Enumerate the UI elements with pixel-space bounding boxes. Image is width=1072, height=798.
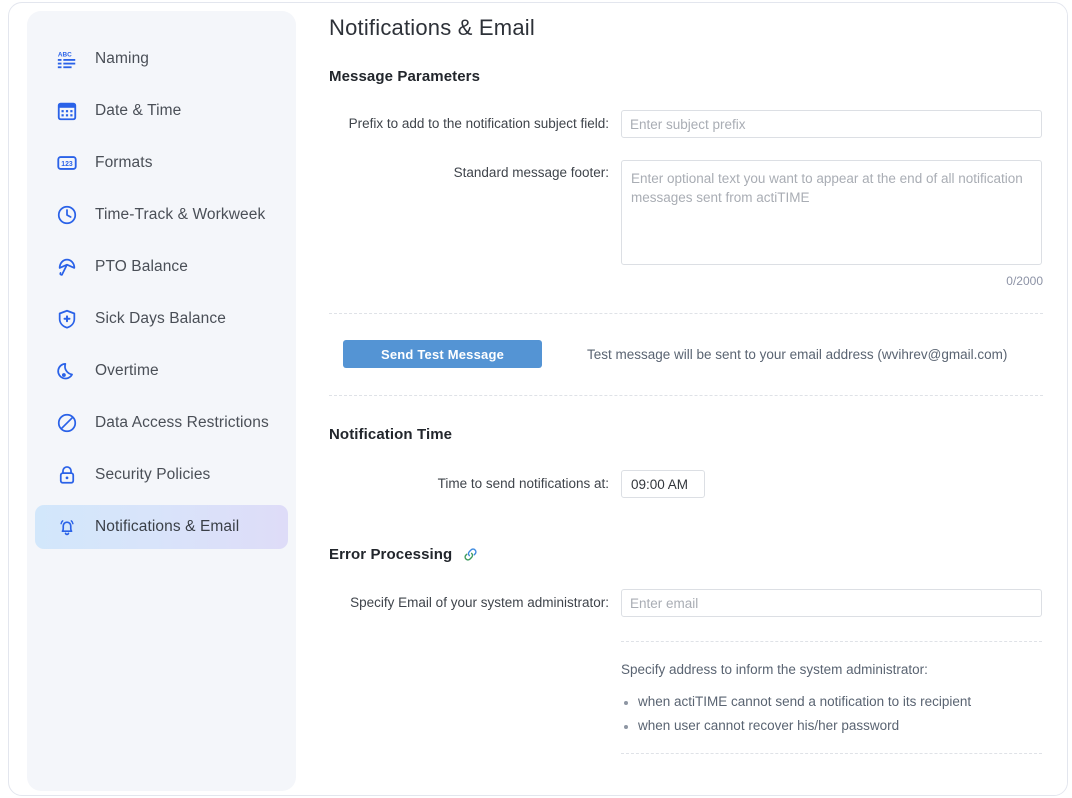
sidebar-item-label: Time-Track & Workweek bbox=[95, 206, 266, 223]
footer-field-label: Standard message footer: bbox=[453, 165, 609, 180]
sidebar-item-security-policies[interactable]: Security Policies bbox=[35, 453, 288, 497]
svg-text:123: 123 bbox=[61, 161, 73, 168]
moon-icon bbox=[55, 359, 79, 383]
sidebar-item-date-time[interactable]: Date & Time bbox=[35, 89, 288, 133]
send-test-hint: Test message will be sent to your email … bbox=[587, 346, 1008, 362]
sidebar-item-pto-balance[interactable]: PTO Balance bbox=[35, 245, 288, 289]
settings-sidebar: ABC Naming Date & Time 123 Formats Time-… bbox=[27, 11, 296, 791]
admin-note: Specify address to inform the system adm… bbox=[621, 662, 928, 677]
chain-link-icon[interactable] bbox=[462, 546, 479, 563]
numbers-123-icon: 123 bbox=[55, 151, 79, 175]
divider-bottom bbox=[621, 753, 1042, 754]
sidebar-item-time-track-workweek[interactable]: Time-Track & Workweek bbox=[35, 193, 288, 237]
sidebar-item-sick-days-balance[interactable]: Sick Days Balance bbox=[35, 297, 288, 341]
sidebar-item-notifications-email[interactable]: Notifications & Email bbox=[35, 505, 288, 549]
admin-note-bullets: when actiTIME cannot send a notification… bbox=[621, 694, 1042, 733]
list-item: when actiTIME cannot send a notification… bbox=[621, 694, 1042, 709]
sidebar-item-label: Data Access Restrictions bbox=[95, 414, 269, 431]
clock-icon bbox=[55, 203, 79, 227]
divider-above-test bbox=[329, 313, 1043, 314]
sidebar-item-naming[interactable]: ABC Naming bbox=[35, 37, 288, 81]
sidebar-item-label: Formats bbox=[95, 154, 153, 171]
sidebar-item-formats[interactable]: 123 Formats bbox=[35, 141, 288, 185]
svg-text:ABC: ABC bbox=[58, 51, 72, 58]
lock-icon bbox=[55, 463, 79, 487]
subject-prefix-input[interactable] bbox=[621, 110, 1042, 138]
umbrella-icon bbox=[55, 255, 79, 279]
section-title-notification-time: Notification Time bbox=[329, 426, 453, 443]
footer-char-counter: 0/2000 bbox=[1006, 274, 1043, 288]
sidebar-item-label: Notifications & Email bbox=[95, 518, 240, 535]
app-root: ABC Naming Date & Time 123 Formats Time-… bbox=[0, 0, 1072, 798]
shield-plus-icon bbox=[55, 307, 79, 331]
sidebar-item-data-access-restrictions[interactable]: Data Access Restrictions bbox=[35, 401, 288, 445]
sidebar-item-label: Naming bbox=[95, 50, 150, 67]
no-entry-icon bbox=[55, 411, 79, 435]
page-title: Notifications & Email bbox=[329, 15, 535, 40]
sidebar-item-label: Security Policies bbox=[95, 466, 211, 483]
sidebar-item-label: Sick Days Balance bbox=[95, 310, 226, 327]
sidebar-item-label: Overtime bbox=[95, 362, 159, 379]
list-item: when user cannot recover his/her passwor… bbox=[621, 718, 1042, 733]
divider-above-note bbox=[621, 641, 1042, 642]
send-test-message-button[interactable]: Send Test Message bbox=[343, 340, 542, 368]
notification-time-label: Time to send notifications at: bbox=[437, 476, 609, 491]
calendar-icon bbox=[55, 99, 79, 123]
section-title-error-processing: Error Processing bbox=[329, 546, 453, 563]
settings-content: Notifications & Email Message Parameters… bbox=[312, 3, 1067, 795]
notification-time-input[interactable] bbox=[621, 470, 705, 498]
admin-email-input[interactable] bbox=[621, 589, 1042, 617]
abc-list-icon: ABC bbox=[55, 47, 79, 71]
prefix-field-label: Prefix to add to the notification subjec… bbox=[348, 116, 609, 131]
divider-below-test bbox=[329, 395, 1043, 396]
message-footer-textarea[interactable] bbox=[621, 160, 1042, 265]
sidebar-item-label: PTO Balance bbox=[95, 258, 189, 275]
sidebar-item-overtime[interactable]: Overtime bbox=[35, 349, 288, 393]
admin-email-label: Specify Email of your system administrat… bbox=[350, 595, 609, 610]
bell-icon bbox=[55, 515, 79, 539]
sidebar-item-label: Date & Time bbox=[95, 102, 182, 119]
window-card: ABC Naming Date & Time 123 Formats Time-… bbox=[8, 2, 1068, 796]
section-title-message-parameters: Message Parameters bbox=[329, 68, 481, 85]
